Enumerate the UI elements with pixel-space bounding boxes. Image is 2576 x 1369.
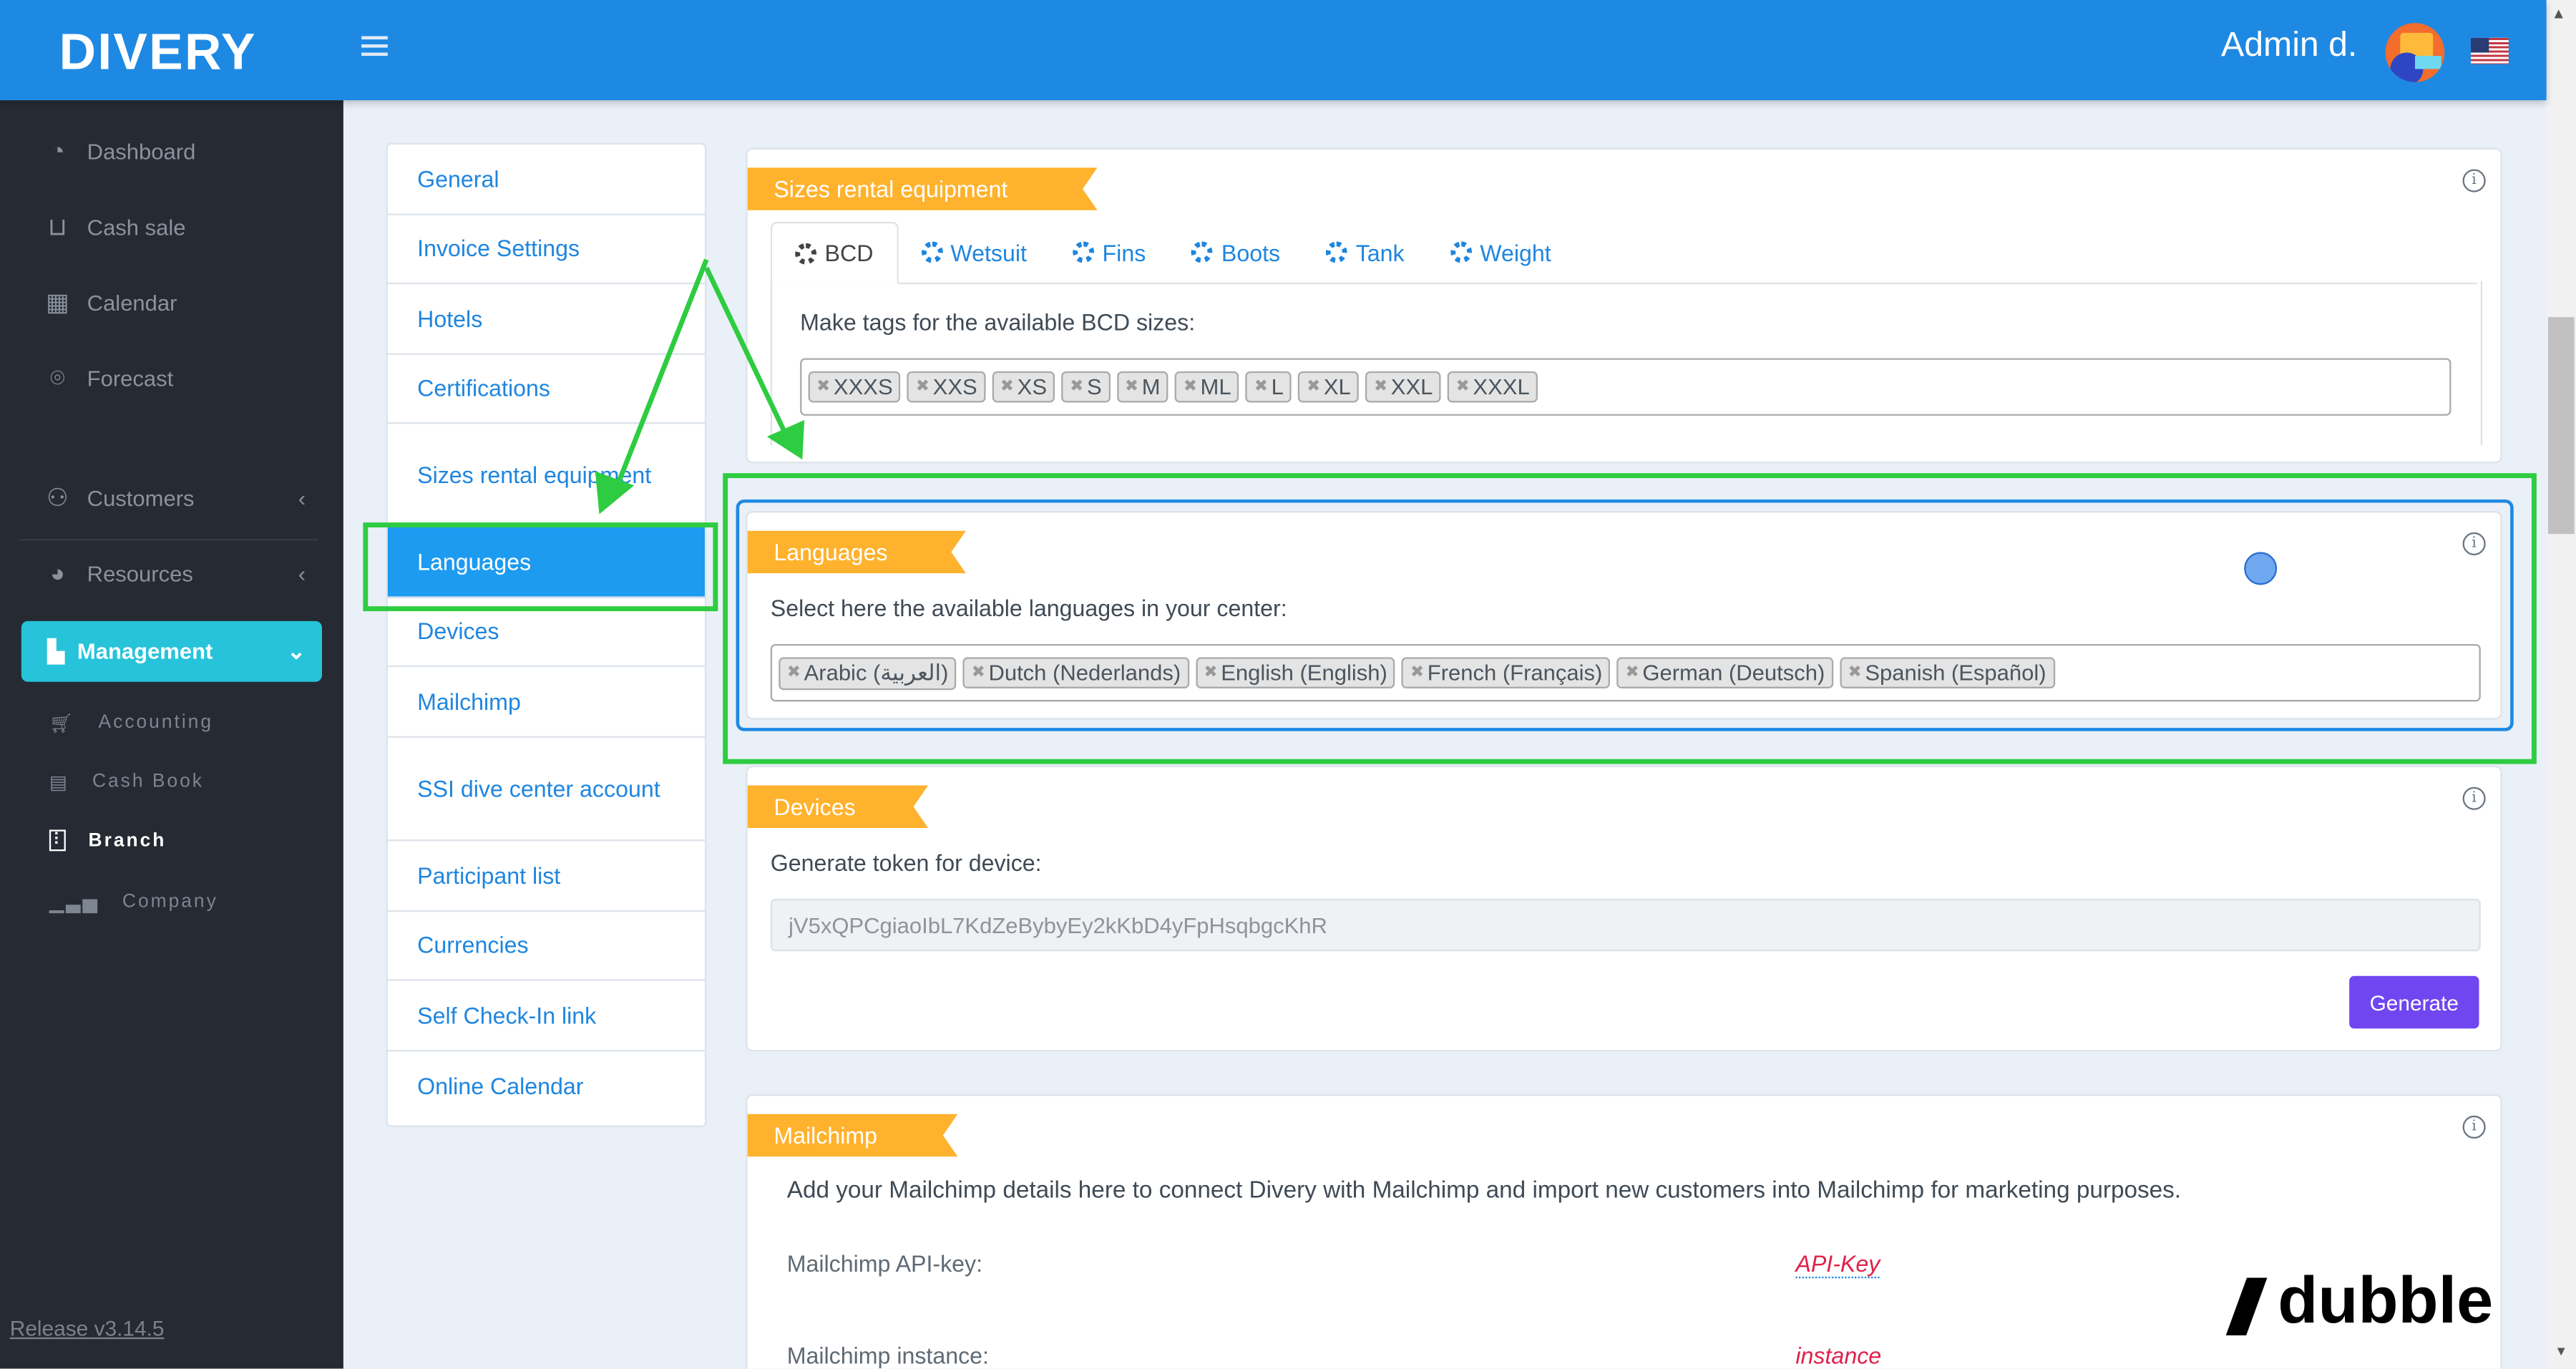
top-header: DIVERY Admin d. bbox=[0, 0, 2547, 101]
avatar[interactable] bbox=[2385, 23, 2445, 82]
hamburger-menu-icon[interactable] bbox=[361, 36, 388, 59]
user-name[interactable]: Admin d. bbox=[2221, 26, 2357, 66]
annotation-arrows bbox=[595, 258, 805, 515]
divery-logo[interactable]: DIVERY bbox=[59, 23, 257, 82]
arrow-to-languages-card bbox=[704, 266, 791, 442]
arrow-head bbox=[595, 471, 635, 515]
us-flag-icon[interactable] bbox=[2471, 37, 2509, 64]
arrow-head bbox=[766, 419, 805, 460]
dubble-watermark: ❚ dubble bbox=[2212, 1265, 2494, 1338]
arrow-to-languages-nav bbox=[612, 258, 709, 495]
